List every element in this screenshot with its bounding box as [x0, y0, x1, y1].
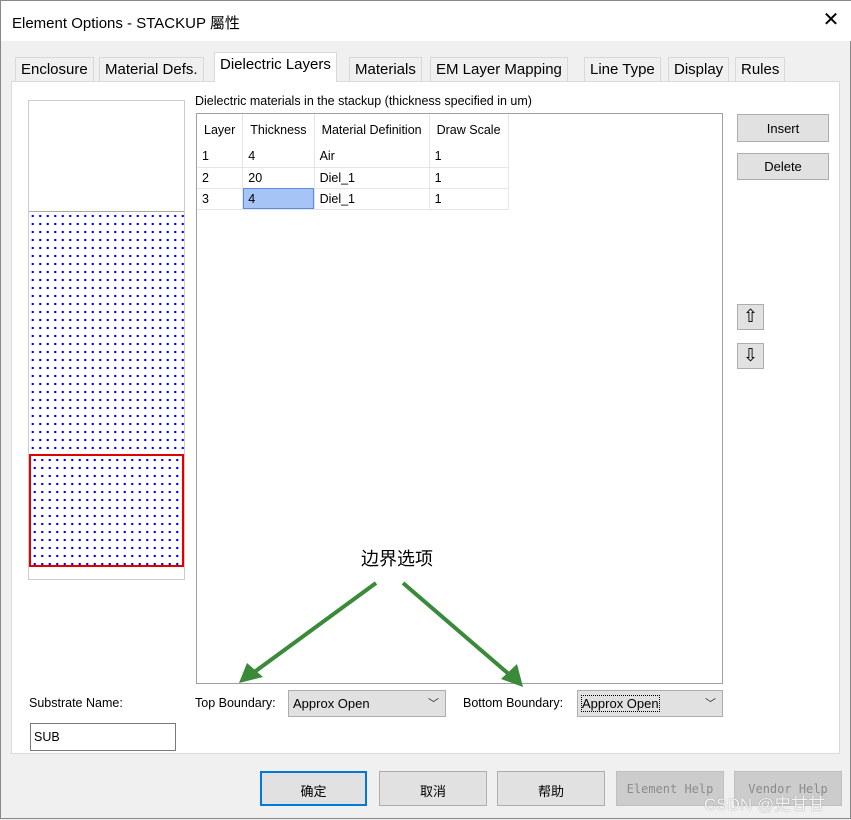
top-boundary-select[interactable]: Approx Open ﹀ — [288, 690, 446, 717]
chevron-down-icon: ﹀ — [705, 698, 716, 710]
bottom-boundary-value: Approx Open — [581, 695, 660, 712]
substrate-name-label: Substrate Name: — [29, 696, 123, 710]
top-boundary-value: Approx Open — [293, 696, 370, 711]
arrow-right-head — [501, 664, 523, 687]
tab-dielectric-layers[interactable]: Dielectric Layers — [214, 52, 337, 82]
chevron-down-icon: ﹀ — [428, 698, 439, 710]
cancel-button[interactable]: 取消 — [379, 771, 487, 806]
top-boundary-label: Top Boundary: — [195, 696, 276, 710]
arrow-left-line — [251, 581, 378, 675]
arrow-right-line — [401, 581, 513, 678]
bottom-boundary-label: Bottom Boundary: — [463, 696, 564, 710]
ok-button[interactable]: 确定 — [260, 771, 367, 806]
substrate-name-input[interactable] — [30, 723, 176, 751]
watermark: CSDN @史甘甘 — [704, 795, 826, 814]
bottom-boundary-select[interactable]: Approx Open ﹀ — [577, 690, 723, 717]
help-button[interactable]: 帮助 — [497, 771, 605, 806]
